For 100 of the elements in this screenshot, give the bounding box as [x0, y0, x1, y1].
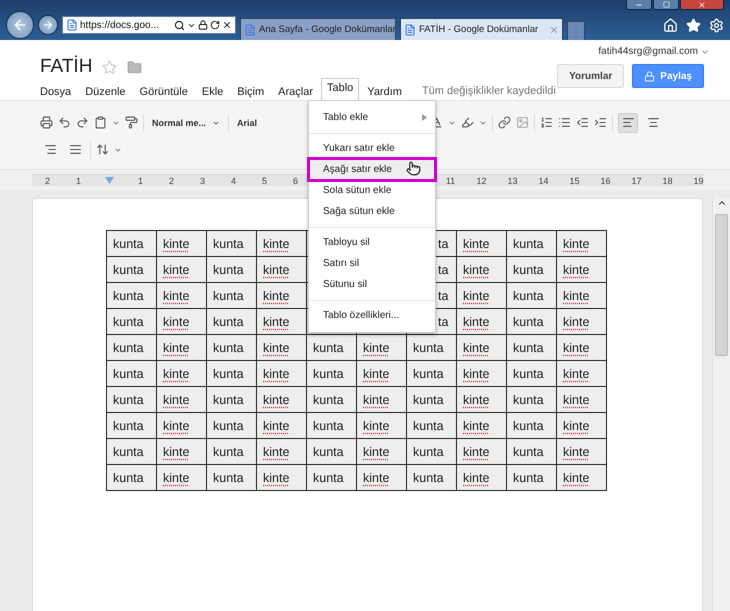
table-cell: kunta — [506, 282, 556, 308]
table-cell: kinte — [556, 412, 606, 438]
table-cell: kinte — [256, 230, 306, 256]
table-cell: kunta — [106, 256, 156, 282]
table-cell: kinte — [456, 308, 506, 334]
table-cell: kunta — [506, 308, 556, 334]
table-cell: kinte — [556, 308, 606, 334]
table-cell: kunta — [206, 360, 256, 386]
table-cell: kinte — [256, 308, 306, 334]
table-cell: kinte — [256, 334, 306, 360]
table-cell: kunta — [506, 438, 556, 464]
table-cell: kunta — [106, 334, 156, 360]
menu-option[interactable]: Sola sütun ekle — [309, 180, 435, 201]
table-cell: kunta — [406, 360, 456, 386]
table-cell: kinte — [556, 256, 606, 282]
table-cell: kunta — [406, 464, 456, 490]
table-cell: kinte — [456, 386, 506, 412]
table-cell: kinte — [456, 438, 506, 464]
table-cell: kinte — [256, 438, 306, 464]
account-email[interactable]: fatih44srg@gmail.com — [598, 46, 698, 57]
menu-option[interactable]: Yukarı satır ekle — [309, 138, 435, 159]
table-cell: kunta — [206, 412, 256, 438]
menu-option[interactable]: Sağa sütun ekle — [309, 201, 435, 222]
menu-option[interactable]: Aşağı satır ekle — [309, 159, 435, 180]
browser-tab[interactable]: FATİH - Google Dokümanlar — [400, 18, 563, 40]
table-cell: kinte — [556, 230, 606, 256]
ruler-number: 16 — [600, 176, 610, 186]
ruler-number: 5 — [262, 176, 267, 186]
table-cell: kunta — [206, 230, 256, 256]
table-cell: kinte — [156, 464, 206, 490]
table-cell: kinte — [256, 386, 306, 412]
table-cell: kinte — [256, 412, 306, 438]
menu-option[interactable]: Tablo ekle — [309, 107, 435, 128]
table-cell: kinte — [456, 282, 506, 308]
table-cell: kunta — [306, 412, 356, 438]
table-cell: kunta — [306, 386, 356, 412]
table-cell: kinte — [256, 464, 306, 490]
table-cell: kunta — [106, 464, 156, 490]
ruler-number: 6 — [292, 176, 298, 186]
table-cell: kinte — [156, 386, 206, 412]
ruler-number: 19 — [693, 176, 704, 186]
table-cell: kinte — [556, 360, 606, 386]
table-cell: kinte — [556, 334, 606, 360]
table-cell: kunta — [406, 334, 456, 360]
table-cell: kinte — [456, 412, 506, 438]
ruler-number: 18 — [662, 176, 672, 186]
ruler-number: 14 — [538, 176, 548, 186]
table-cell: kunta — [506, 230, 556, 256]
table-cell: kinte — [156, 412, 206, 438]
address-bar[interactable]: https://docs.goo... — [62, 16, 236, 34]
style-dropdown[interactable]: Normal me... — [149, 118, 224, 128]
table-cell: kinte — [156, 256, 206, 282]
table-cell: kinte — [256, 256, 306, 282]
table-cell: kunta — [506, 360, 556, 386]
table-cell: kunta — [506, 464, 556, 490]
table-cell: kinte — [256, 360, 306, 386]
table-cell: kunta — [106, 438, 156, 464]
save-status: Tüm değişiklikler kaydedildi — [422, 84, 556, 99]
table-cell: kunta — [506, 412, 556, 438]
table-cell: kunta — [106, 360, 156, 386]
menu-item[interactable]: Tablo — [321, 78, 360, 100]
table-cell: kunta — [106, 308, 156, 334]
ruler-number: 3 — [200, 176, 205, 186]
font-dropdown[interactable]: Arial — [234, 118, 260, 128]
table-cell: kinte — [156, 282, 206, 308]
table-cell: kunta — [106, 230, 156, 256]
table-cell: kunta — [506, 256, 556, 282]
ruler-number: 2 — [44, 176, 50, 186]
table-cell: kinte — [356, 464, 406, 490]
table-cell: kunta — [406, 386, 456, 412]
table-cell: kunta — [206, 256, 256, 282]
table-cell: kunta — [506, 386, 556, 412]
table-cell: kinte — [156, 308, 206, 334]
table-cell: kunta — [206, 334, 256, 360]
table-cell: kinte — [156, 360, 206, 386]
table-cell: kinte — [156, 230, 206, 256]
table-cell: kinte — [356, 334, 406, 360]
table-cell: kinte — [556, 282, 606, 308]
table-cell: kinte — [456, 334, 506, 360]
ruler-number: 13 — [507, 176, 518, 186]
document-title[interactable]: FATİH — [40, 56, 92, 78]
table-cell: kunta — [306, 334, 356, 360]
table-cell: kinte — [556, 438, 606, 464]
ruler-number: 15 — [569, 176, 580, 186]
table-cell: kunta — [106, 282, 156, 308]
table-cell: kinte — [456, 464, 506, 490]
comments-button[interactable]: Yorumlar — [557, 64, 624, 88]
ruler-number: 4 — [230, 176, 236, 186]
table-cell: kunta — [206, 464, 256, 490]
table-cell: kunta — [506, 334, 556, 360]
table-cell: kunta — [306, 438, 356, 464]
ruler-number: 1 — [76, 176, 81, 186]
ruler-number: 2 — [168, 176, 174, 186]
table-cell: kinte — [356, 412, 406, 438]
table-cell: kinte — [156, 438, 206, 464]
table-cell: kunta — [206, 438, 256, 464]
table-cell: kinte — [356, 386, 406, 412]
table-cell: kinte — [356, 438, 406, 464]
table-cell: kunta — [106, 412, 156, 438]
table-cell: kunta — [106, 386, 156, 412]
